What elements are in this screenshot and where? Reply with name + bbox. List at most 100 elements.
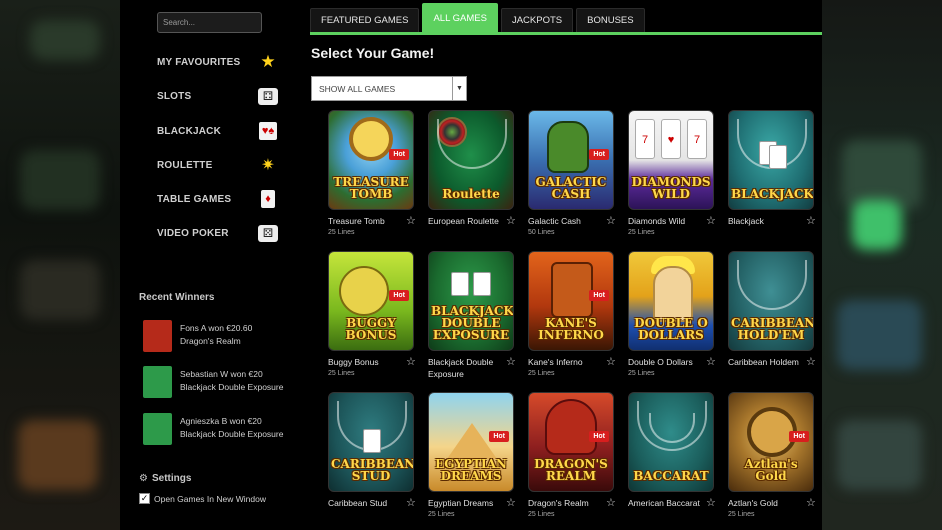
game-lines: 25 Lines: [728, 511, 755, 518]
winner-item[interactable]: Sebastian W won €20 Blackjack Double Exp…: [143, 366, 303, 402]
game-name: Aztlan's Gold: [728, 498, 778, 508]
favourite-star-icon[interactable]: ☆: [506, 214, 516, 227]
blurred-background-left: [0, 0, 120, 530]
game-name: European Roulette: [428, 216, 499, 226]
game-name: Caribbean Stud: [328, 498, 388, 508]
game-thumbnail[interactable]: Aztlan's Gold Hot: [728, 392, 814, 492]
game-thumbnail[interactable]: BACCARAT: [628, 392, 714, 492]
game-card[interactable]: KANE'S INFERNO Hot Kane's Inferno 25 Lines ☆: [528, 251, 623, 385]
game-thumbnail: [143, 413, 172, 445]
tab-featured-games[interactable]: FEATURED GAMES: [310, 8, 420, 32]
sidebar-item-table-games[interactable]: TABLE GAMES ♦: [157, 188, 279, 210]
sidebar-item-blackjack[interactable]: BLACKJACK ♥♠: [157, 120, 279, 142]
game-name: Egyptian Dreams: [428, 498, 494, 508]
game-card[interactable]: BLACKJACK Blackjack ☆: [728, 110, 823, 244]
game-thumbnail[interactable]: 7 ♥ 7 DIAMONDS WILD: [628, 110, 714, 210]
game-thumbnail[interactable]: DRAGON'S REALM Hot: [528, 392, 614, 492]
favourite-star-icon[interactable]: ☆: [706, 355, 716, 368]
dice-icon: ⚄: [257, 223, 279, 243]
game-card[interactable]: BUGGY BONUS Hot Buggy Bonus 25 Lines ☆: [328, 251, 423, 385]
gear-icon: ⚙: [139, 473, 148, 484]
favourite-star-icon[interactable]: ☆: [806, 496, 816, 509]
tab-bonuses[interactable]: BONUSES: [576, 8, 645, 32]
game-thumbnail[interactable]: EGYPTIAN DREAMS Hot: [428, 392, 514, 492]
sidebar-item-slots[interactable]: SLOTS ⚃: [157, 85, 279, 107]
winner-game: Blackjack Double Exposure: [180, 429, 284, 439]
game-card[interactable]: DOUBLE O DOLLARS Double O Dollars 25 Lines…: [628, 251, 723, 385]
favourite-star-icon[interactable]: ☆: [406, 214, 416, 227]
sidebar-item-label: SLOTS: [157, 90, 192, 102]
game-card[interactable]: BACCARAT American Baccarat ☆: [628, 392, 723, 526]
game-name: Kane's Inferno: [528, 357, 583, 367]
game-lines: 25 Lines: [628, 229, 655, 236]
favourite-star-icon[interactable]: ☆: [806, 355, 816, 368]
game-logo-text: BUGGY BONUS: [345, 316, 397, 342]
game-card[interactable]: Aztlan's Gold Hot Aztlan's Gold 25 Lines ☆: [728, 392, 823, 526]
winner-line: Fons A won €20.60: [180, 323, 253, 333]
search-input[interactable]: [157, 12, 262, 33]
game-name: Diamonds Wild: [628, 216, 686, 226]
game-thumbnail[interactable]: BUGGY BONUS Hot: [328, 251, 414, 351]
game-logo-text: BACCARAT: [633, 469, 709, 483]
open-new-window-checkbox[interactable]: ✓: [139, 493, 150, 504]
favourite-star-icon[interactable]: ☆: [606, 355, 616, 368]
game-thumbnail[interactable]: Roulette: [428, 110, 514, 210]
settings-title: ⚙ Settings: [139, 473, 191, 484]
game-logo-text: DRAGON'S REALM: [534, 457, 608, 483]
game-thumbnail[interactable]: GALACTIC CASH Hot: [528, 110, 614, 210]
hot-badge: Hot: [789, 431, 809, 442]
game-card[interactable]: TREASURE TOMB Hot Treasure Tomb 25 Lines ☆: [328, 110, 423, 244]
recent-winners-title: Recent Winners: [139, 292, 215, 303]
sidebar-item-my-favourites[interactable]: MY FAVOURITES ★: [157, 51, 279, 73]
game-logo-text: TREASURE TOMB: [333, 175, 409, 201]
favourite-star-icon[interactable]: ☆: [806, 214, 816, 227]
game-card[interactable]: Roulette European Roulette ☆: [428, 110, 523, 244]
open-new-window-option[interactable]: ✓ Open Games In New Window: [139, 493, 266, 504]
sidebar-item-video-poker[interactable]: VIDEO POKER ⚄: [157, 222, 279, 244]
favourite-star-icon[interactable]: ☆: [506, 355, 516, 368]
favourite-star-icon[interactable]: ☆: [706, 496, 716, 509]
game-logo-text: Roulette: [442, 187, 500, 201]
tab-all-games[interactable]: ALL GAMES: [422, 3, 498, 32]
star-icon: ★: [260, 52, 276, 71]
game-name: Blackjack Double Exposure: [428, 357, 494, 379]
game-lines: 25 Lines: [428, 511, 455, 518]
game-name: Dragon's Realm: [528, 498, 589, 508]
game-lines: 25 Lines: [528, 370, 555, 377]
favourite-star-icon[interactable]: ☆: [706, 214, 716, 227]
hot-badge: Hot: [389, 149, 409, 160]
game-thumbnail[interactable]: CARIBBEAN STUD: [328, 392, 414, 492]
favourite-star-icon[interactable]: ☆: [406, 355, 416, 368]
game-thumbnail[interactable]: BLACKJACK DOUBLE EXPOSURE: [428, 251, 514, 351]
game-thumbnail[interactable]: KANE'S INFERNO Hot: [528, 251, 614, 351]
game-card[interactable]: CARIBBEAN STUD Caribbean Stud ☆: [328, 392, 423, 526]
winner-item[interactable]: Agnieszka B won €20 Blackjack Double Exp…: [143, 413, 303, 449]
game-logo-text: BLACKJACK: [731, 187, 814, 201]
game-logo-text: Aztlan's Gold: [744, 457, 798, 483]
favourite-star-icon[interactable]: ☆: [606, 214, 616, 227]
favourite-star-icon[interactable]: ☆: [506, 496, 516, 509]
hot-badge: Hot: [589, 431, 609, 442]
game-card[interactable]: GALACTIC CASH Hot Galactic Cash 50 Lines ☆: [528, 110, 623, 244]
game-name: Double O Dollars: [628, 357, 693, 367]
game-name: American Baccarat: [628, 498, 700, 508]
game-thumbnail[interactable]: BLACKJACK: [728, 110, 814, 210]
game-thumbnail[interactable]: TREASURE TOMB Hot: [328, 110, 414, 210]
tab-jackpots[interactable]: JACKPOTS: [500, 8, 574, 32]
game-thumbnail[interactable]: CARIBBEAN HOLD'EM: [728, 251, 814, 351]
game-card[interactable]: CARIBBEAN HOLD'EM Caribbean Holdem ☆: [728, 251, 823, 385]
game-thumbnail[interactable]: DOUBLE O DOLLARS: [628, 251, 714, 351]
game-card[interactable]: DRAGON'S REALM Hot Dragon's Realm 25 Lines ☆: [528, 392, 623, 526]
favourite-star-icon[interactable]: ☆: [606, 496, 616, 509]
casino-app: MY FAVOURITES ★ SLOTS ⚃ BLACKJACK ♥♠ ROU…: [120, 0, 822, 530]
sidebar-item-roulette[interactable]: ROULETTE ✷: [157, 154, 279, 176]
favourite-star-icon[interactable]: ☆: [406, 496, 416, 509]
dice-icon: ⚃: [257, 86, 279, 106]
game-lines: 50 Lines: [528, 229, 555, 236]
winner-item[interactable]: Fons A won €20.60 Dragon's Realm: [143, 320, 303, 356]
game-card[interactable]: BLACKJACK DOUBLE EXPOSURE Blackjack Doubl…: [428, 251, 523, 385]
game-card[interactable]: 7 ♥ 7 DIAMONDS WILD Diamonds Wild 25 Lines ☆: [628, 110, 723, 244]
game-name: Treasure Tomb: [328, 216, 385, 226]
game-card[interactable]: EGYPTIAN DREAMS Hot Egyptian Dreams 25 Line…: [428, 392, 523, 526]
game-filter-select[interactable]: SHOW ALL GAMES ▼: [311, 76, 467, 101]
